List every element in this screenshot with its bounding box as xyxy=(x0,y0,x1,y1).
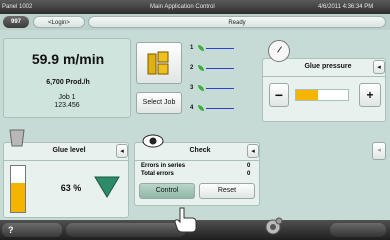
glue-unit-button[interactable] xyxy=(136,42,182,84)
errors-series-label: Errors in series xyxy=(141,163,186,169)
panel-name: Panel 1002 xyxy=(2,4,33,10)
eye-icon xyxy=(142,134,164,148)
app-title: Main Application Control xyxy=(150,4,215,10)
side-tab-button[interactable]: ◂ xyxy=(372,142,386,160)
line-3-bar xyxy=(206,88,234,89)
total-errors-value: 0 xyxy=(247,171,251,177)
line-3-label: 3 xyxy=(190,85,194,91)
production-rate: 6,700 Prod./h xyxy=(46,79,90,86)
glue-level-panel: Glue level ◂ 63 % xyxy=(3,142,129,218)
status-bar: 997 <Login> Ready xyxy=(0,14,390,30)
check-menu-button[interactable]: ◂ xyxy=(247,144,259,158)
nav-button[interactable] xyxy=(330,223,386,237)
title-bar: Panel 1002 Main Application Control 4/6/… xyxy=(0,0,390,14)
leaf-icon xyxy=(198,65,204,71)
line-1-bar xyxy=(206,48,234,49)
reset-button[interactable]: Reset xyxy=(199,183,255,199)
glue-level-title: Glue level xyxy=(52,147,86,154)
datetime: 4/6/2011 4:36:34 PM xyxy=(318,4,374,10)
glue-tank xyxy=(10,165,26,213)
main-area: 59.9 m/min 6,700 Prod./h Job 1 123.456 S… xyxy=(0,30,390,220)
pressure-gauge xyxy=(295,89,349,101)
glue-pressure-title: Glue pressure xyxy=(304,63,352,70)
gear-icon[interactable] xyxy=(262,216,284,238)
leaf-icon xyxy=(198,45,204,51)
select-job-button[interactable]: Select Job xyxy=(136,92,182,114)
glue-level-value: 63 % xyxy=(60,183,82,193)
line-1-label: 1 xyxy=(190,45,194,51)
leaf-icon xyxy=(198,85,204,91)
line-2-bar xyxy=(206,68,234,69)
speed-value: 59.9 m/min xyxy=(31,51,105,67)
job-number: 123.456 xyxy=(54,102,80,109)
check-title: Check xyxy=(189,147,211,154)
divider xyxy=(4,160,128,161)
hand-cursor-icon xyxy=(174,207,197,233)
divider xyxy=(263,76,385,77)
divider xyxy=(135,160,259,161)
errors-series-value: 0 xyxy=(247,163,251,169)
code-button[interactable]: 997 xyxy=(3,16,29,28)
job-info: Job 1 123.456 xyxy=(3,92,131,116)
status-text: Ready xyxy=(88,16,386,28)
glue-unit-icon xyxy=(147,51,169,75)
glue-tank-fill xyxy=(11,183,25,212)
line-4-label: 4 xyxy=(190,105,194,111)
control-button[interactable]: Control xyxy=(139,183,195,199)
pressure-gauge-fill xyxy=(296,90,318,100)
line-4-bar xyxy=(206,108,234,109)
login-button[interactable]: <Login> xyxy=(33,16,85,28)
glue-level-menu-button[interactable]: ◂ xyxy=(116,144,128,158)
decrease-button[interactable]: − xyxy=(269,83,289,107)
gauge-icon xyxy=(268,40,290,62)
help-button[interactable]: ? xyxy=(2,223,62,237)
total-errors-label: Total errors xyxy=(141,171,174,177)
check-panel: Check ◂ Errors in series 0 Total errors … xyxy=(134,142,260,206)
glue-pressure-panel: Glue pressure ◂ − + xyxy=(262,58,386,122)
bucket-icon xyxy=(9,129,25,147)
glue-pressure-menu-button[interactable]: ◂ xyxy=(373,60,385,74)
leaf-icon xyxy=(198,105,204,111)
job-label: Job 1 xyxy=(58,94,76,101)
line-2-label: 2 xyxy=(190,65,194,71)
funnel-icon xyxy=(94,176,120,198)
nav-button[interactable] xyxy=(66,223,186,237)
increase-button[interactable]: + xyxy=(359,83,381,107)
